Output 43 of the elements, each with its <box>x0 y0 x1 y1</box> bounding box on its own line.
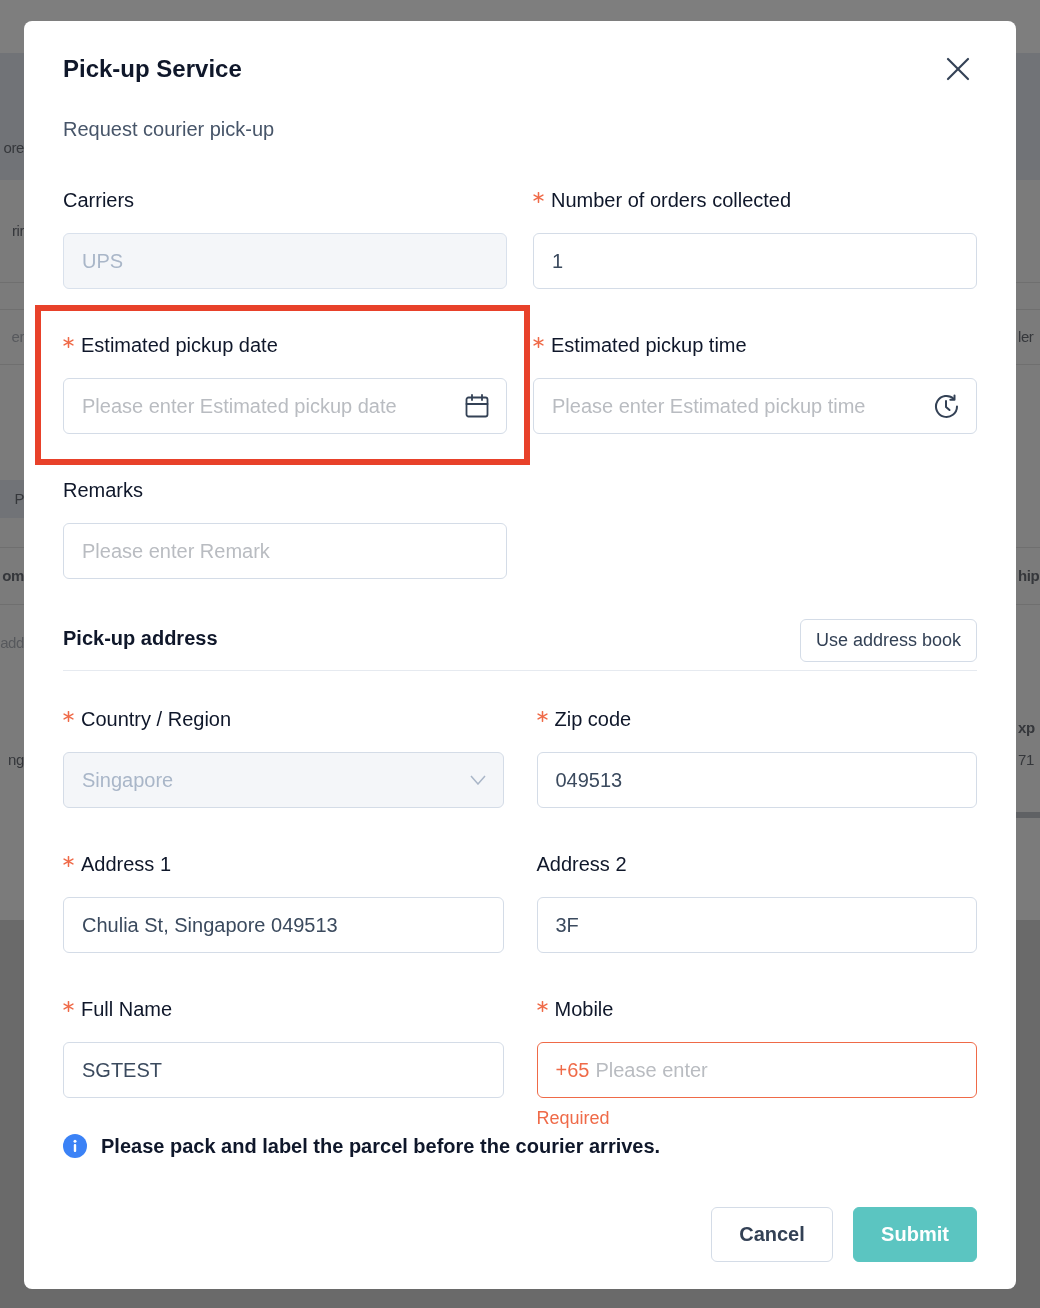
clock-icon[interactable] <box>934 393 959 419</box>
field-label: Zip code <box>554 707 632 732</box>
field-label: Carriers <box>63 188 135 213</box>
background-text: ler <box>1018 327 1034 347</box>
address-book-button[interactable]: Use address book <box>799 619 977 662</box>
background-text: 71 <box>1018 750 1034 770</box>
field-label: Estimated pickup date <box>81 333 278 358</box>
field-label: Mobile <box>554 997 614 1022</box>
time-picker-field[interactable]: Please enter Estimated pickup time <box>533 378 977 434</box>
field-label: Number of orders collected <box>551 188 792 213</box>
text-input[interactable]: SGTEST <box>63 1042 504 1098</box>
date-input[interactable]: Please enter Estimated pickup date <box>82 379 459 433</box>
field-label: Address 2 <box>536 852 627 877</box>
date-picker-field[interactable]: Please enter Estimated pickup date <box>63 378 507 434</box>
background-text: ore <box>3 138 24 158</box>
cancel-button[interactable]: Cancel <box>711 1207 833 1262</box>
close-button[interactable] <box>946 57 970 81</box>
text-input[interactable]: Please enter Remark <box>63 523 507 579</box>
text-input[interactable]: 1 <box>533 233 977 289</box>
field-label: Estimated pickup time <box>551 333 747 358</box>
background-text: ng <box>8 750 24 770</box>
background-text: xp <box>1018 718 1035 738</box>
background-text: rir <box>11 221 24 241</box>
dialog-title: Pick-up Service <box>63 54 242 84</box>
section-title: Pick-up address <box>63 625 218 651</box>
time-input[interactable]: Please enter Estimated pickup time <box>552 379 928 433</box>
notice-text: Please pack and label the parcel before the courier arrives. <box>101 1134 661 1159</box>
field-label: Full Name <box>81 997 173 1022</box>
field-label: Address 1 <box>81 852 172 877</box>
info-icon <box>63 1134 87 1158</box>
text-input[interactable]: 049513 <box>536 752 977 808</box>
field-label: Remarks <box>63 478 143 503</box>
backdrop-bar <box>1016 812 1040 818</box>
dialog-subtitle: Request courier pick-up <box>63 117 275 142</box>
error-message: Required <box>536 1107 610 1129</box>
background-text: om <box>2 566 24 586</box>
field-label: Country / Region <box>81 707 232 732</box>
background-text: hip <box>1018 566 1040 586</box>
text-input[interactable]: 3F <box>536 897 977 953</box>
background-text: P <box>14 489 24 509</box>
calendar-icon[interactable] <box>465 394 489 418</box>
text-input[interactable]: Chulia St, Singapore 049513 <box>63 897 504 953</box>
phone-number-input[interactable]: Please enter <box>595 1043 959 1097</box>
